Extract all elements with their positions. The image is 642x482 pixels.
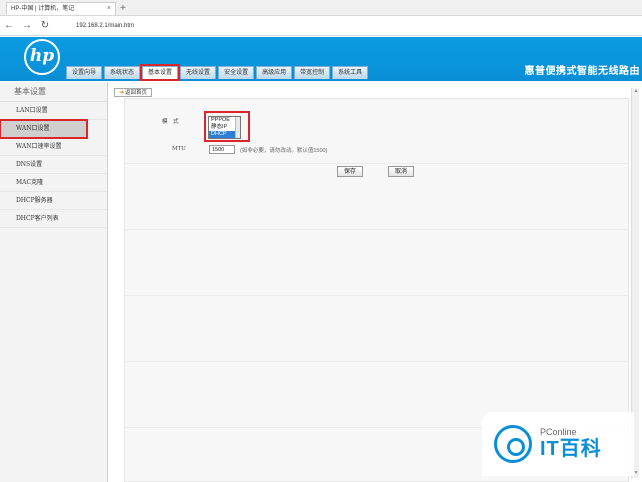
menu-system-status[interactable]: 系统状态 <box>104 66 141 79</box>
sidebar-item-mac-clone[interactable]: MAC克隆 <box>0 174 107 192</box>
forward-arrow-icon[interactable]: → <box>18 20 36 31</box>
sidebar-title: 基本设置 <box>0 82 107 102</box>
tab-close-icon[interactable]: × <box>107 3 111 15</box>
menu-setup-wizard[interactable]: 设置向导 <box>66 66 103 79</box>
router-header: hp 设置向导 系统状态 基本设置 无线设置 安全设置 高级应用 带宽控制 系统… <box>0 37 642 81</box>
mode-select-list[interactable]: PPPOE 静态IP DHCP <box>208 116 241 139</box>
mtu-input[interactable]: 1500 <box>209 145 235 154</box>
refresh-icon[interactable]: ↻ <box>36 20 54 31</box>
main-menu: 设置向导 系统状态 基本设置 无线设置 安全设置 高级应用 带宽控制 系统工具 <box>66 64 369 81</box>
sidebar-item-lan[interactable]: LAN口设置 <box>0 102 107 120</box>
tab-title: HP-中国 | 计算机，笔记 <box>11 6 75 12</box>
cancel-button[interactable]: 取消 <box>388 166 415 177</box>
browser-tab[interactable]: HP-中国 | 计算机，笔记 × <box>6 2 116 15</box>
watermark-small-text: PConline <box>540 427 577 437</box>
sidebar-item-dns[interactable]: DNS设置 <box>0 156 107 174</box>
back-home-icon: ➜ <box>119 89 125 96</box>
sidebar-item-wan-speed[interactable]: WAN口速率设置 <box>0 138 107 156</box>
pconline-logo-icon <box>494 425 532 463</box>
menu-security-settings[interactable]: 安全设置 <box>218 66 255 79</box>
address-bar: ← → ↻ 192.168.2.1/main.htm <box>0 16 642 36</box>
mtu-hint: (如非必要，请勿改动。默认值1500) <box>240 148 328 154</box>
menu-system-tools[interactable]: 系统工具 <box>332 66 369 79</box>
sidebar: 基本设置 LAN口设置 WAN口设置 WAN口速率设置 DNS设置 MAC克隆 … <box>0 82 108 482</box>
mode-list-scrollbar[interactable] <box>235 117 240 138</box>
back-home-button[interactable]: ➜ 返回首页 <box>114 88 153 97</box>
menu-basic-settings[interactable]: 基本设置 <box>140 64 181 81</box>
menu-bandwidth-control[interactable]: 带宽控制 <box>294 66 331 79</box>
mode-label: 模 式 <box>162 119 179 125</box>
browser-titlebar: HP-中国 | 计算机，笔记 × + <box>0 0 642 16</box>
mtu-label: MTU <box>172 146 186 152</box>
divider <box>125 163 628 164</box>
divider <box>125 295 628 296</box>
sidebar-item-wan[interactable]: WAN口设置 <box>0 119 88 139</box>
divider <box>125 229 628 230</box>
back-arrow-icon[interactable]: ← <box>0 20 18 31</box>
back-home-label: 返回首页 <box>125 89 148 96</box>
sidebar-item-dhcp-server[interactable]: DHCP服务器 <box>0 192 107 210</box>
menu-advanced[interactable]: 高级应用 <box>256 66 293 79</box>
watermark-big-text: IT百科 <box>540 438 602 460</box>
divider <box>125 361 628 362</box>
hp-logo: hp <box>24 39 60 75</box>
scroll-up-icon[interactable]: ▲ <box>632 88 640 96</box>
url-field[interactable]: 192.168.2.1/main.htm <box>76 23 134 29</box>
pconline-watermark: PConline IT百科 <box>482 412 634 476</box>
header-title: 惠普便携式智能无线路由 <box>524 66 640 77</box>
save-button[interactable]: 保存 <box>337 166 364 177</box>
menu-wireless-settings[interactable]: 无线设置 <box>180 66 217 79</box>
new-tab-icon[interactable]: + <box>120 2 126 15</box>
sidebar-item-dhcp-clients[interactable]: DHCP客户列表 <box>0 210 107 228</box>
